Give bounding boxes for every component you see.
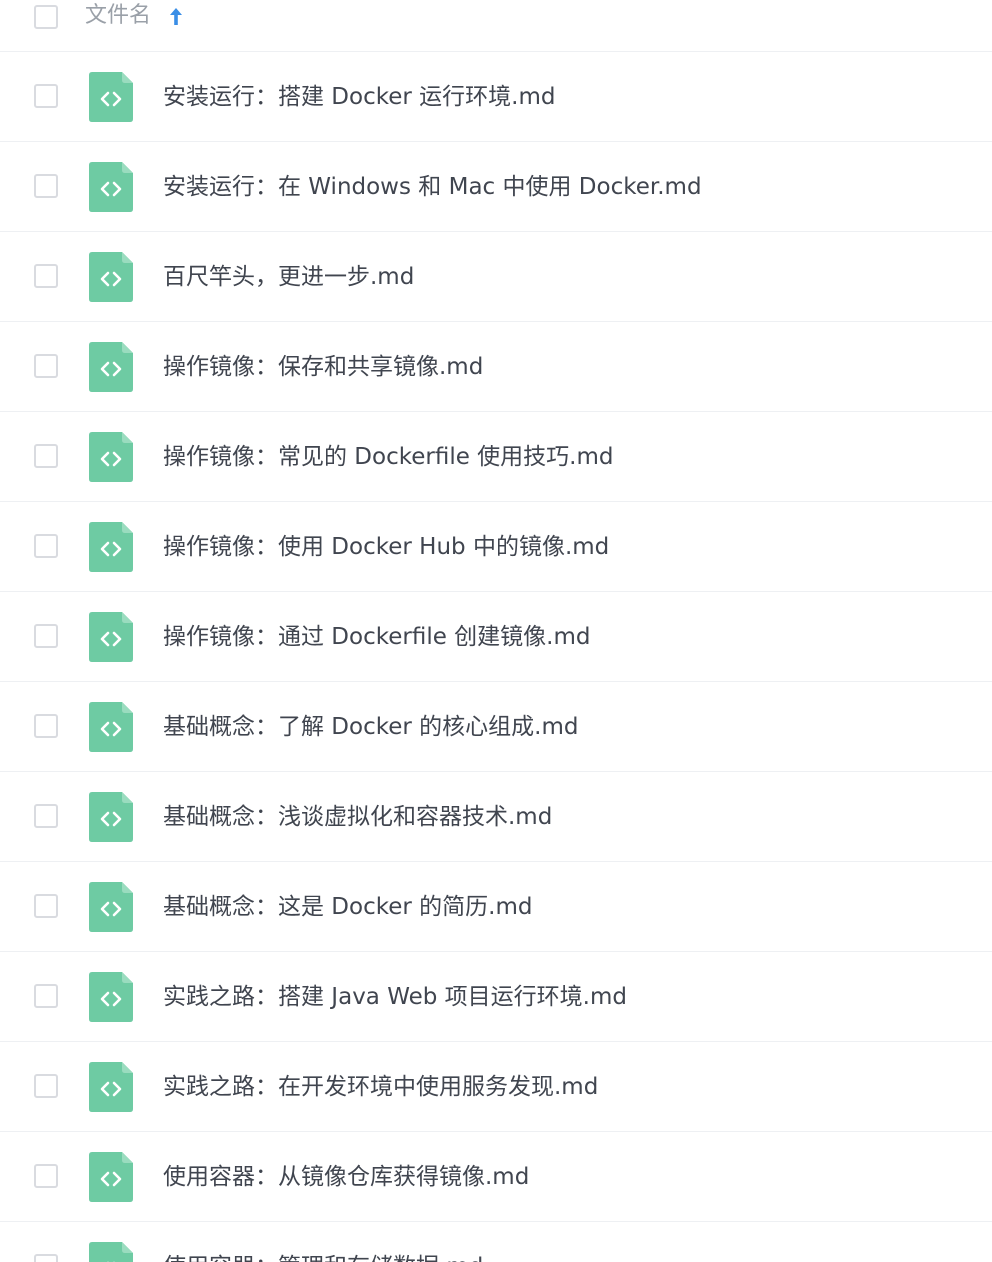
code-file-icon	[89, 882, 133, 932]
file-row[interactable]: 基础概念：浅谈虚拟化和容器技术.md	[0, 772, 992, 862]
row-checkbox[interactable]	[34, 1164, 58, 1188]
file-list: 文件名 安装运行：搭建 Docker 运行环境.md 安装运行：在 Window…	[0, 0, 992, 1262]
file-name[interactable]: 使用容器：管理和存储数据.md	[163, 1222, 483, 1262]
code-file-icon	[89, 72, 133, 122]
file-row[interactable]: 操作镜像：使用 Docker Hub 中的镜像.md	[0, 502, 992, 592]
code-file-icon	[89, 792, 133, 842]
file-row[interactable]: 百尺竿头，更进一步.md	[0, 232, 992, 322]
code-file-icon	[89, 1242, 133, 1262]
file-name[interactable]: 操作镜像：通过 Dockerfile 创建镜像.md	[163, 592, 591, 682]
row-checkbox[interactable]	[34, 1074, 58, 1098]
code-file-icon	[89, 612, 133, 662]
row-checkbox[interactable]	[34, 714, 58, 738]
row-checkbox[interactable]	[34, 264, 58, 288]
code-file-icon	[89, 702, 133, 752]
file-row[interactable]: 安装运行：在 Windows 和 Mac 中使用 Docker.md	[0, 142, 992, 232]
code-file-icon	[89, 432, 133, 482]
file-name[interactable]: 实践之路：搭建 Java Web 项目运行环境.md	[163, 952, 627, 1042]
row-checkbox[interactable]	[34, 174, 58, 198]
arrow-up-icon[interactable]	[166, 4, 186, 28]
row-checkbox[interactable]	[34, 624, 58, 648]
file-name[interactable]: 操作镜像：使用 Docker Hub 中的镜像.md	[163, 502, 609, 592]
row-checkbox[interactable]	[34, 804, 58, 828]
row-checkbox[interactable]	[34, 534, 58, 558]
file-name[interactable]: 操作镜像：常见的 Dockerfile 使用技巧.md	[163, 412, 614, 502]
file-row[interactable]: 基础概念：这是 Docker 的简历.md	[0, 862, 992, 952]
file-row[interactable]: 使用容器：管理和存储数据.md	[0, 1222, 992, 1262]
file-row[interactable]: 基础概念：了解 Docker 的核心组成.md	[0, 682, 992, 772]
filename-column-header[interactable]: 文件名	[85, 0, 151, 32]
code-file-icon	[89, 1062, 133, 1112]
row-checkbox[interactable]	[34, 84, 58, 108]
file-name[interactable]: 基础概念：这是 Docker 的简历.md	[163, 862, 532, 952]
code-file-icon	[89, 342, 133, 392]
row-checkbox[interactable]	[34, 984, 58, 1008]
file-row[interactable]: 实践之路：在开发环境中使用服务发现.md	[0, 1042, 992, 1132]
file-row[interactable]: 实践之路：搭建 Java Web 项目运行环境.md	[0, 952, 992, 1042]
code-file-icon	[89, 252, 133, 302]
file-row[interactable]: 使用容器：从镜像仓库获得镜像.md	[0, 1132, 992, 1222]
file-name[interactable]: 基础概念：浅谈虚拟化和容器技术.md	[163, 772, 552, 862]
row-checkbox[interactable]	[34, 354, 58, 378]
list-header: 文件名	[0, 0, 992, 52]
code-file-icon	[89, 972, 133, 1022]
file-name[interactable]: 基础概念：了解 Docker 的核心组成.md	[163, 682, 578, 772]
file-name[interactable]: 实践之路：在开发环境中使用服务发现.md	[163, 1042, 598, 1132]
file-name[interactable]: 安装运行：搭建 Docker 运行环境.md	[163, 52, 555, 142]
file-row[interactable]: 操作镜像：保存和共享镜像.md	[0, 322, 992, 412]
select-all-checkbox[interactable]	[34, 5, 58, 29]
file-row[interactable]: 安装运行：搭建 Docker 运行环境.md	[0, 52, 992, 142]
file-row[interactable]: 操作镜像：通过 Dockerfile 创建镜像.md	[0, 592, 992, 682]
file-name[interactable]: 操作镜像：保存和共享镜像.md	[163, 322, 483, 412]
row-checkbox[interactable]	[34, 894, 58, 918]
file-rows: 安装运行：搭建 Docker 运行环境.md 安装运行：在 Windows 和 …	[0, 52, 992, 1262]
file-name[interactable]: 使用容器：从镜像仓库获得镜像.md	[163, 1132, 529, 1222]
file-row[interactable]: 操作镜像：常见的 Dockerfile 使用技巧.md	[0, 412, 992, 502]
row-checkbox[interactable]	[34, 1254, 58, 1262]
row-checkbox[interactable]	[34, 444, 58, 468]
code-file-icon	[89, 162, 133, 212]
file-name[interactable]: 安装运行：在 Windows 和 Mac 中使用 Docker.md	[163, 142, 702, 232]
code-file-icon	[89, 1152, 133, 1202]
file-name[interactable]: 百尺竿头，更进一步.md	[163, 232, 414, 322]
code-file-icon	[89, 522, 133, 572]
